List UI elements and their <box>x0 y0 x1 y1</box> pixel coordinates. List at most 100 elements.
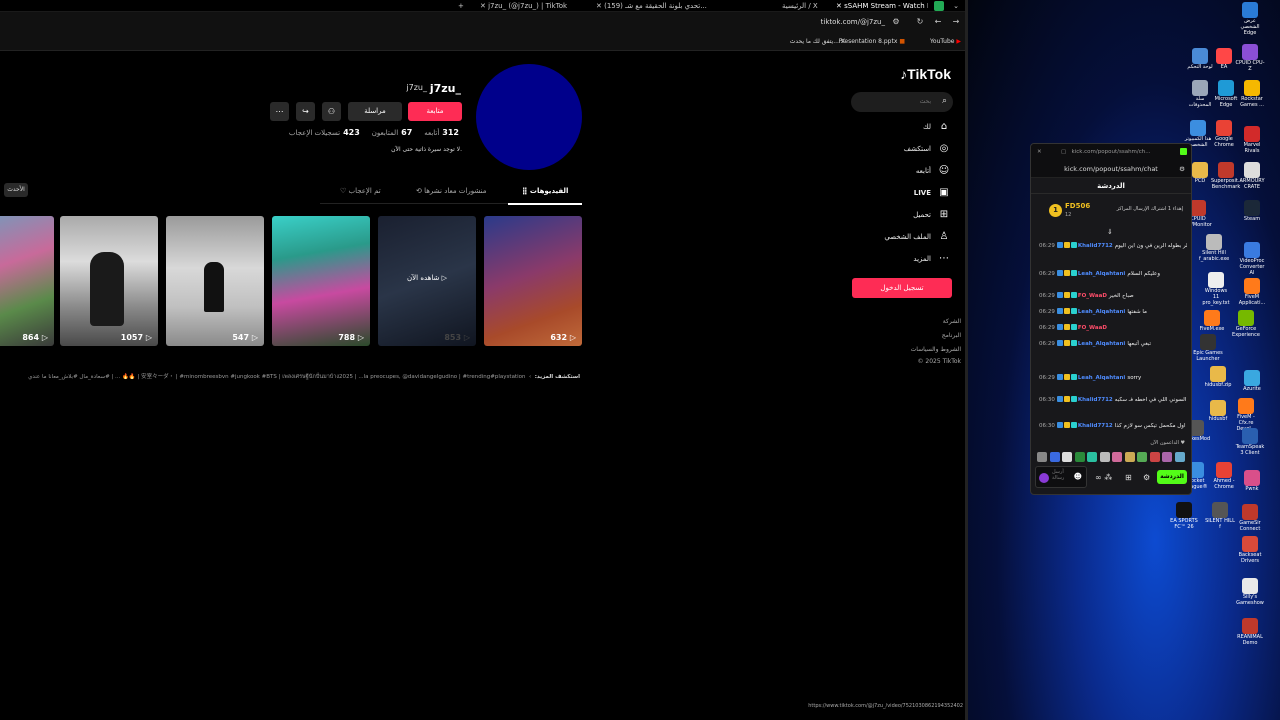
gift-icon[interactable]: ⊞ <box>1125 473 1132 482</box>
nav-explore[interactable]: استكشف ◎ <box>841 142 951 156</box>
desktop-icon[interactable]: Backseat Drivers <box>1235 536 1265 565</box>
stat-followers[interactable]: 67المتابعون <box>372 128 416 137</box>
desktop-icon[interactable]: hidusbf.zip <box>1203 366 1233 389</box>
supporter-avatar[interactable] <box>1049 452 1060 462</box>
maximize-icon[interactable]: ▢ <box>1061 144 1066 160</box>
desktop-icon[interactable]: Epic Games Launcher <box>1193 334 1223 363</box>
emote-icon[interactable] <box>1039 473 1049 483</box>
tiktok-logo[interactable]: ♪TikTok <box>900 66 951 82</box>
supporter-avatar[interactable] <box>1062 452 1072 462</box>
video-card[interactable]: 864 ▷ <box>0 216 54 346</box>
follow-button[interactable]: متابعة <box>408 102 462 121</box>
sort-latest-button[interactable]: الأحدث <box>4 183 28 197</box>
nav-live[interactable]: LIVE ▣ <box>841 186 951 200</box>
search-icon[interactable]: ⌕ <box>942 96 947 106</box>
nav-upload[interactable]: تحميل ⊞ <box>841 208 951 222</box>
expand-icon[interactable]: ⇓ <box>1107 228 1113 236</box>
video-card[interactable]: 632 ▷ <box>484 216 582 346</box>
message-user[interactable]: Leah_Alqahtani <box>1078 341 1125 347</box>
desktop-icon[interactable]: عرض الشخصي Edge <box>1235 2 1265 36</box>
nav-for-you[interactable]: لك ⌂ <box>841 120 951 134</box>
video-card[interactable]: 547 ▷ <box>166 216 264 346</box>
desktop-icon[interactable]: REANIMAL Demo <box>1235 618 1265 647</box>
supporter-avatar[interactable] <box>1099 452 1110 462</box>
close-icon[interactable]: ✕ <box>596 2 604 10</box>
footer-company[interactable]: الشركة <box>943 318 961 325</box>
desktop-icon[interactable]: ARMOURY CRATE <box>1237 162 1267 191</box>
explore-tags[interactable]: 安室々ーダ・ | #minombreesbvn #jungkook #BTS |… <box>28 374 525 380</box>
supporter-avatar[interactable] <box>1137 452 1147 462</box>
supporter-avatar[interactable] <box>1162 452 1172 462</box>
desktop-icon[interactable]: FiveM.exe <box>1197 310 1227 333</box>
message-user[interactable]: Leah_Alqahtani <box>1078 309 1125 315</box>
desktop-icon[interactable]: EA SPORTS FC™ 26 <box>1169 502 1199 531</box>
chat-settings-icon[interactable]: ⚙ <box>1143 473 1150 482</box>
pinned-user[interactable]: FD506 <box>1065 202 1090 210</box>
supporter-avatar[interactable] <box>1124 452 1135 462</box>
supporter-avatar[interactable] <box>1149 452 1160 462</box>
desktop-icon[interactable]: FiveM Applicati... <box>1237 278 1267 307</box>
reload-icon[interactable]: ↻ <box>915 17 925 27</box>
tab-videos[interactable]: ⣿ الفيديوهات <box>522 187 568 195</box>
tab-youtube[interactable]: ✕ (159) تحدي بلونة الحقيقة مع شـ... <box>596 1 714 11</box>
forward-arrow-icon[interactable]: → <box>951 17 961 27</box>
message-button[interactable]: مراسلة <box>348 102 402 121</box>
url-field[interactable]: tiktok.com/@j7zu_ <box>821 18 885 26</box>
desktop-icon[interactable]: Silly's Gameshow <box>1235 578 1265 607</box>
desktop-icon[interactable]: Pwnk <box>1237 470 1267 493</box>
close-icon[interactable]: ✕ <box>836 2 844 10</box>
desktop-icon[interactable]: Marvel Rivals <box>1237 126 1267 155</box>
supporter-avatar[interactable] <box>1074 452 1085 462</box>
bookmark-presentation[interactable]: Presentation 8.pptx ■ <box>839 38 905 45</box>
stat-following[interactable]: 312أتابعه <box>424 128 462 137</box>
chat-input[interactable]: أرسل رسالة ☻ <box>1035 466 1087 488</box>
desktop-icon[interactable]: Google Chrome <box>1209 120 1239 149</box>
video-card[interactable]: 1057 ▷ <box>60 216 158 346</box>
supporter-avatar[interactable] <box>1112 452 1122 462</box>
desktop-icon[interactable]: Steam <box>1237 200 1267 223</box>
close-icon[interactable]: ✕ <box>480 2 488 10</box>
message-user[interactable]: Khalid7712 <box>1078 243 1113 249</box>
desktop-icon[interactable]: hidusbf <box>1203 400 1233 423</box>
desktop-icon[interactable]: VideoProc Converter AI <box>1237 242 1267 276</box>
nav-profile[interactable]: الملف الشخصي ♙ <box>841 230 951 244</box>
desktop-icon[interactable]: Rockstar Games ... <box>1237 80 1267 109</box>
tab-kick[interactable]: ✕ sSAHM Stream - Watch Live on <box>836 1 928 11</box>
back-arrow-icon[interactable]: ← <box>933 17 943 27</box>
message-user[interactable]: Khalid7712 <box>1078 423 1113 429</box>
search-input[interactable]: بحث ⌕ <box>851 92 953 112</box>
settings-icon[interactable]: ⚙ <box>1179 160 1185 178</box>
more-options-icon[interactable]: ⋯ <box>270 102 289 121</box>
bookmark-youtube[interactable]: YouTube ▶ <box>930 38 961 45</box>
desktop-icon[interactable]: CPUID CPU-Z <box>1235 44 1265 73</box>
tab-dropdown-icon[interactable]: ⌄ <box>950 1 962 11</box>
send-chat-button[interactable]: الدردشة <box>1157 470 1187 484</box>
message-user[interactable]: FO_WaaD <box>1078 325 1107 331</box>
footer-terms[interactable]: الشروط والسياسات <box>911 346 961 353</box>
desktop-icon[interactable]: Silent Hill f_arabic.exe <box>1199 234 1229 263</box>
nav-more[interactable]: المزيد ⋯ <box>841 252 951 266</box>
supporter-avatar[interactable] <box>1174 452 1185 462</box>
message-user[interactable]: Leah_Alqahtani <box>1078 375 1125 381</box>
avatar[interactable] <box>476 64 582 170</box>
supporter-avatar[interactable] <box>1037 452 1047 462</box>
footer-program[interactable]: البرنامج <box>942 332 961 339</box>
desktop-icon[interactable]: GeForce Experience <box>1231 310 1261 339</box>
emoji-icon[interactable]: ☻ <box>1074 472 1082 481</box>
new-tab-button[interactable]: + <box>458 1 468 11</box>
kick-icons[interactable]: ∞ ⁂ <box>1095 473 1112 482</box>
desktop-icon[interactable]: GameSir Connect <box>1235 504 1265 533</box>
tab-x[interactable]: الرئيسية / X <box>782 1 832 11</box>
share-icon[interactable]: ↪ <box>296 102 315 121</box>
tab-tiktok[interactable]: ✕ j7zu_ (@j7zu_) | TikTok <box>480 1 590 11</box>
suggest-accounts-icon[interactable]: ⚇ <box>322 102 341 121</box>
desktop-icon[interactable]: TeamSpeak 3 Client <box>1235 428 1265 457</box>
tab-liked[interactable]: ♡ تم الإعجاب <box>340 187 381 195</box>
site-settings-icon[interactable]: ⚙ <box>891 17 901 27</box>
bookmark-x[interactable]: يتفق لك ما يحدث... X <box>790 38 845 45</box>
supporter-avatar[interactable] <box>1087 452 1097 462</box>
video-card[interactable]: شاهده الآن ▷ 853 ▷ <box>378 216 476 346</box>
desktop-icon[interactable]: Ahmed - Chrome <box>1209 462 1239 491</box>
nav-following[interactable]: أتابعه ☺ <box>841 164 951 178</box>
video-card[interactable]: 788 ▷ <box>272 216 370 346</box>
